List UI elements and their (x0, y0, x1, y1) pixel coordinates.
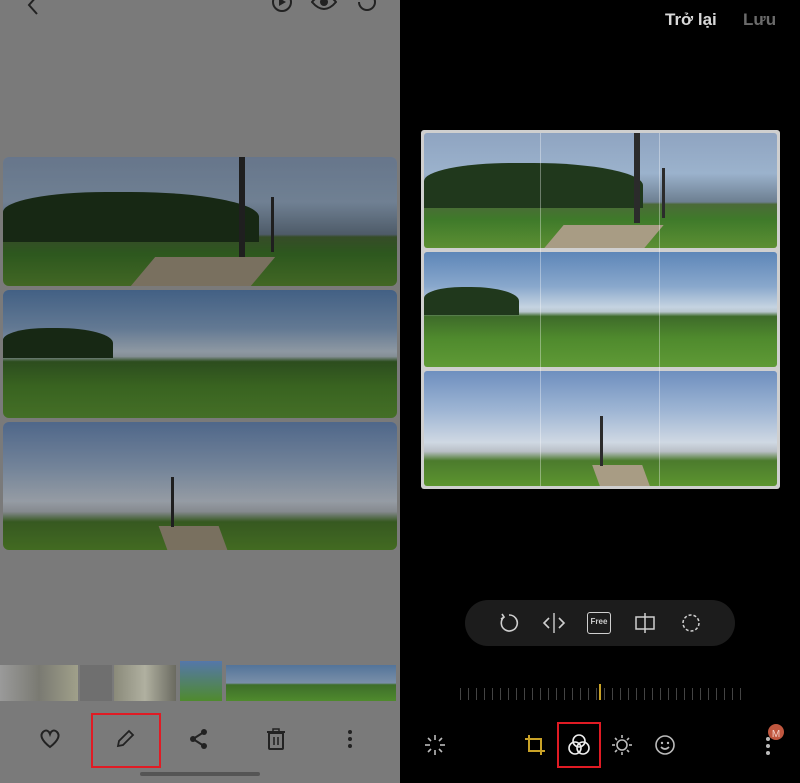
filter-icon[interactable] (567, 734, 591, 756)
rotation-dial-tick (636, 688, 637, 700)
heart-icon[interactable] (39, 729, 61, 749)
collage-photo-3 (3, 422, 397, 550)
rotation-dial-tick (724, 688, 725, 700)
rotation-dial-tick (660, 688, 661, 700)
rotation-dial-tick (644, 688, 645, 700)
rotate-icon[interactable] (499, 613, 519, 633)
thumbnail[interactable] (80, 665, 112, 701)
remaster-icon[interactable] (355, 0, 379, 16)
rotation-dial-tick (508, 688, 509, 700)
rotation-dial-tick (620, 688, 621, 700)
collage-photo-1 (3, 157, 397, 286)
pencil-edit-icon[interactable] (115, 729, 135, 749)
home-indicator (140, 772, 260, 776)
rotation-dial-tick (548, 688, 549, 700)
motion-play-icon[interactable] (270, 0, 294, 16)
thumbnail[interactable] (0, 665, 78, 701)
free-ratio-button[interactable]: Free (587, 612, 611, 634)
back-chevron-icon[interactable] (24, 0, 42, 16)
collage-photo-2 (3, 290, 397, 418)
trash-icon[interactable] (266, 728, 286, 750)
sticker-icon[interactable] (654, 734, 676, 756)
rotation-dial-tick (516, 688, 517, 700)
rotation-dial-tick (460, 688, 461, 700)
rotation-dial-tick (652, 688, 653, 700)
thumbnail[interactable] (226, 665, 396, 701)
notification-badge: M (768, 724, 784, 740)
rotation-dial-tick (540, 688, 541, 700)
crop-rotate-icon[interactable] (524, 734, 546, 756)
rotation-dial-tick (676, 688, 677, 700)
rotation-dial-tick (588, 688, 589, 700)
crop-grid-line (659, 133, 660, 486)
photo-editor-panel: Trở lại Lưu Free M (400, 0, 800, 783)
gallery-viewer-panel (0, 0, 400, 783)
share-icon[interactable] (189, 728, 209, 750)
save-button[interactable]: Lưu (743, 10, 776, 30)
rotation-dial-tick (732, 688, 733, 700)
thumbnail[interactable] (114, 665, 176, 701)
flip-icon[interactable] (542, 613, 566, 633)
brightness-icon[interactable] (611, 734, 633, 756)
rotation-dial-tick (596, 688, 597, 700)
rotation-dial[interactable] (458, 680, 748, 708)
rotation-dial-tick (556, 688, 557, 700)
rotation-dial-tick (580, 688, 581, 700)
rotation-dial-tick (628, 688, 629, 700)
rotation-dial-tick (492, 688, 493, 700)
rotation-dial-tick (532, 688, 533, 700)
notification-badge-text: M (771, 729, 781, 740)
rotation-dial-tick (692, 688, 693, 700)
rotation-dial-tick (684, 688, 685, 700)
canvas-photo-3 (424, 371, 777, 486)
rotation-dial-tick (612, 688, 613, 700)
rotation-dial-tick (604, 688, 605, 700)
rotation-dial-tick (740, 688, 741, 700)
canvas-photo-1 (424, 133, 777, 248)
rotation-dial-tick (500, 688, 501, 700)
eye-icon[interactable] (311, 0, 337, 14)
perspective-icon[interactable] (634, 613, 656, 633)
rotation-dial-tick (668, 688, 669, 700)
thumbnail-current[interactable] (180, 661, 222, 701)
more-vertical-icon[interactable] (345, 729, 355, 749)
rotation-dial-tick (484, 688, 485, 700)
rotation-dial-tick (476, 688, 477, 700)
rotation-dial-tick (468, 688, 469, 700)
back-button[interactable]: Trở lại (665, 10, 717, 30)
free-ratio-label: Free (590, 617, 608, 626)
rotation-dial-tick (572, 688, 573, 700)
auto-enhance-icon[interactable] (424, 734, 446, 756)
canvas-photo-2 (424, 252, 777, 367)
rotation-dial-tick (700, 688, 701, 700)
rotation-dial-tick (716, 688, 717, 700)
rotation-dial-tick (564, 688, 565, 700)
rotation-dial-tick (524, 688, 525, 700)
rotation-dial-tick (708, 688, 709, 700)
rotation-dial-center-marker (599, 684, 601, 700)
lasso-icon[interactable] (681, 613, 701, 633)
crop-grid-line (540, 133, 541, 486)
